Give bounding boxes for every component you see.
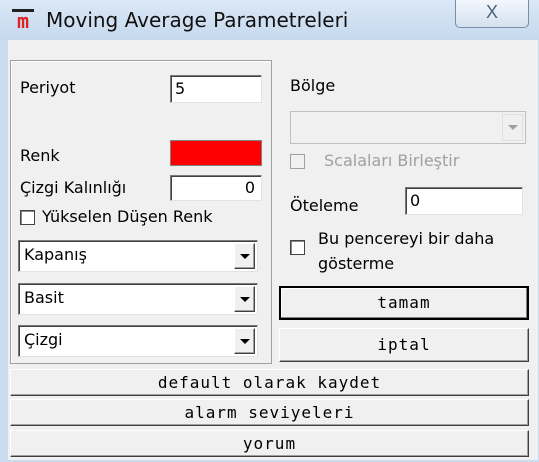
- periyot-label: Periyot: [20, 78, 76, 97]
- bolge-select-dropdown-button: [502, 114, 523, 141]
- ma-type-select[interactable]: Basit: [18, 283, 258, 315]
- price-select[interactable]: Kapanış: [18, 240, 258, 272]
- app-icon: m: [12, 9, 34, 31]
- bolge-label: Bölge: [290, 76, 336, 95]
- dont-show-again-checkbox[interactable]: [290, 240, 305, 255]
- yukselen-dusen-label: Yükselen Düşen Renk: [42, 207, 213, 226]
- scala-birlestir-label: Scalaları Birleştir: [324, 151, 460, 170]
- chevron-down-icon: [240, 297, 250, 302]
- iptal-button[interactable]: iptal: [279, 328, 529, 362]
- price-select-dropdown-button[interactable]: [234, 243, 255, 269]
- ma-type-select-value: Basit: [24, 288, 64, 307]
- bolge-select: [290, 111, 526, 144]
- line-style-select-dropdown-button[interactable]: [234, 328, 255, 354]
- oteleme-label: Öteleme: [290, 196, 359, 215]
- close-button[interactable]: X: [455, 0, 529, 28]
- ma-type-select-dropdown-button[interactable]: [234, 286, 255, 312]
- renk-color-swatch[interactable]: [170, 140, 262, 166]
- dont-show-again-label-line2: gösterme: [318, 254, 395, 273]
- price-select-value: Kapanış: [24, 245, 87, 264]
- oteleme-input[interactable]: 0: [405, 187, 523, 215]
- renk-label: Renk: [20, 146, 60, 165]
- window-title: Moving Average Parametreleri: [46, 8, 349, 32]
- alarm-levels-button[interactable]: alarm seviyeleri: [10, 399, 529, 426]
- periyot-input[interactable]: 5: [170, 75, 262, 103]
- tamam-button[interactable]: tamam: [279, 286, 529, 320]
- dont-show-again-label-line1: Bu pencereyi bir daha: [318, 229, 495, 248]
- line-style-select-value: Çizgi: [24, 330, 63, 349]
- scala-birlestir-checkbox: [290, 154, 305, 169]
- chevron-down-icon: [240, 254, 250, 259]
- line-style-select[interactable]: Çizgi: [18, 325, 258, 357]
- chevron-down-icon: [508, 125, 518, 130]
- cizgi-kalinligi-label: Çizgi Kalınlığı: [20, 178, 127, 197]
- cizgi-kalinligi-input[interactable]: 0: [170, 175, 262, 201]
- default-save-button[interactable]: default olarak kaydet: [10, 369, 529, 396]
- chevron-down-icon: [240, 339, 250, 344]
- yorum-button[interactable]: yorum: [10, 430, 529, 457]
- title-bar: m Moving Average Parametreleri X: [0, 0, 539, 40]
- yukselen-dusen-checkbox[interactable]: [20, 210, 35, 225]
